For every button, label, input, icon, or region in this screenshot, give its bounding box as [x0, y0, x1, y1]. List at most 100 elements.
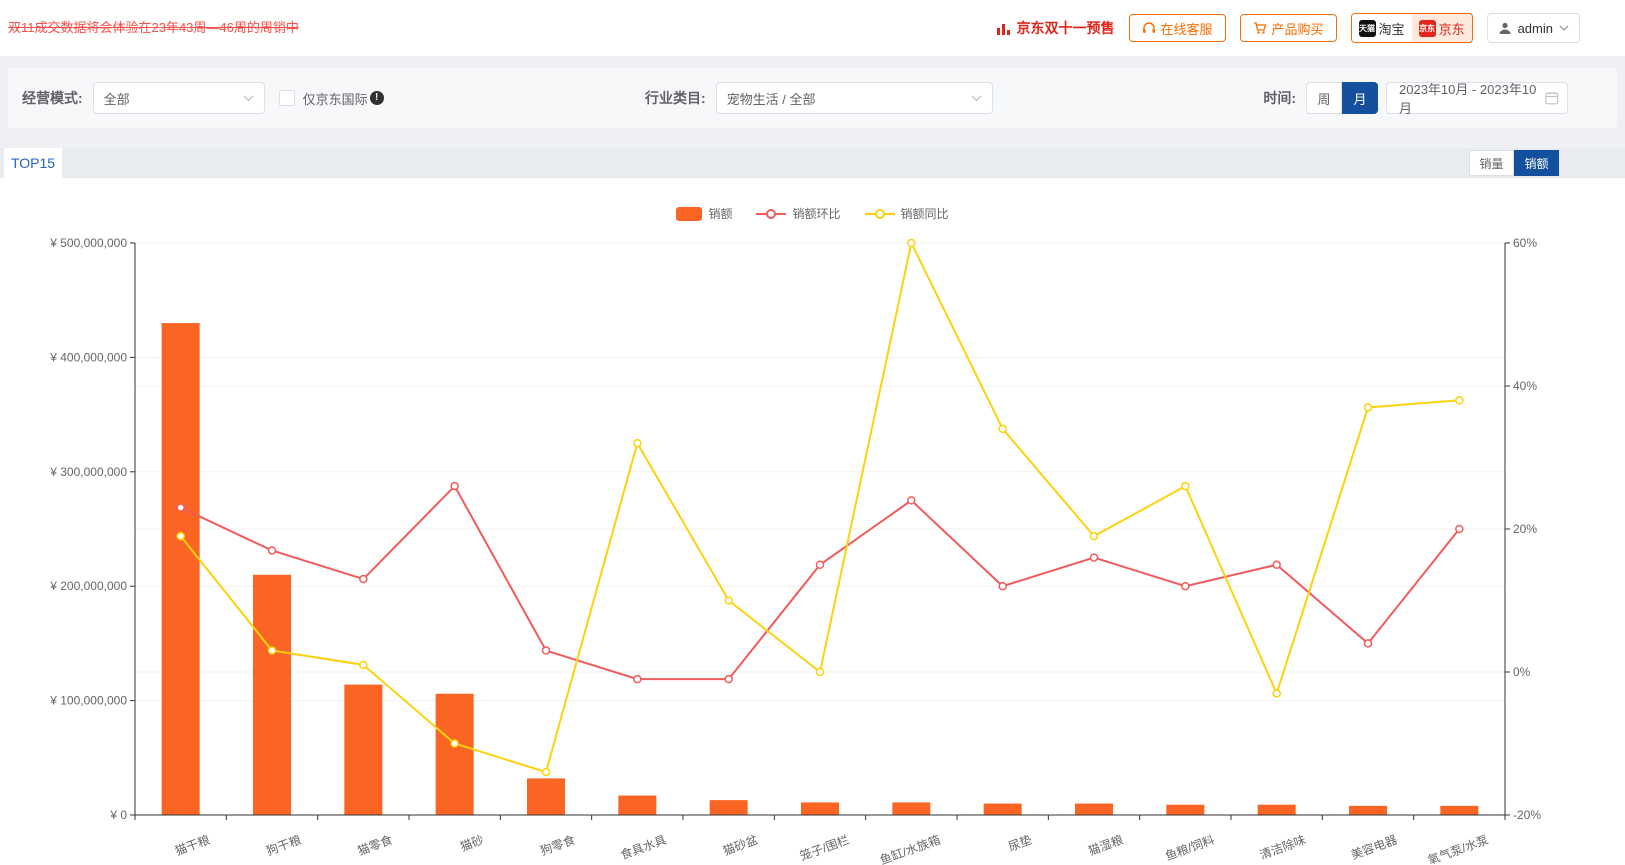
chart-point-销额同比-清洁除味[interactable] — [1272, 689, 1281, 698]
y-axis-label-left: ¥ 0 — [109, 808, 127, 822]
chart-point-销额环比-美容电器[interactable] — [1363, 639, 1373, 648]
jd-badge-icon: 京东 — [1418, 19, 1436, 37]
jd-switch[interactable]: 京东 京东 — [1411, 14, 1472, 42]
chart-point-销额环比-氧气泵/水泵[interactable] — [1455, 524, 1464, 534]
chart-bar-食具水具[interactable] — [618, 795, 657, 815]
chart-bar-猫砂盆[interactable] — [709, 800, 748, 815]
chart-bar-狗零食[interactable] — [527, 778, 565, 815]
legend-label: 销额 — [708, 207, 733, 221]
legend-label: 销额同比 — [900, 207, 949, 221]
chart-point-销额同比-狗零食[interactable] — [541, 767, 551, 777]
online-service-button[interactable]: 在线客服 — [1128, 14, 1226, 42]
legend-item-yoy[interactable]: 销额同比 — [864, 205, 949, 222]
presale-label: 京东双十一预售 — [1016, 20, 1115, 36]
y-axis-label-left: ¥ 200,000,000 — [49, 579, 127, 593]
y-axis-label-left: ¥ 500,000,000 — [49, 236, 127, 250]
taobao-switch[interactable]: 天猫 淘宝 — [1351, 14, 1412, 42]
chart-bar-猫干粮[interactable] — [161, 323, 200, 815]
chart-point-销额环比-鱼缸/水族箱[interactable] — [907, 496, 916, 505]
chart-bar-猫砂[interactable] — [435, 693, 474, 815]
chart-bar-氧气泵/水泵[interactable] — [1440, 805, 1479, 815]
view-toggle-amount[interactable]: 销额 — [1514, 150, 1559, 176]
tab-top15[interactable]: TOP15 — [4, 148, 62, 178]
chart-bar-鱼缸/水族箱[interactable] — [892, 802, 931, 815]
chart-legend: 销额 销额环比 销额同比 — [0, 205, 1625, 222]
online-service-label: 在线客服 — [1160, 21, 1213, 37]
jd-intl-checkbox[interactable] — [278, 90, 295, 106]
product-purchase-button[interactable]: 产品购买 — [1239, 14, 1337, 42]
view-toggle-qty[interactable]: 销量 — [1469, 150, 1514, 176]
chart-point-销额同比-尿垫[interactable] — [998, 424, 1007, 434]
chart-bar-猫湿粮[interactable] — [1075, 803, 1113, 815]
chart-point-销额同比-猫湿粮[interactable] — [1089, 531, 1099, 541]
x-axis-label: 狗零食 — [538, 832, 577, 858]
mode-select[interactable]: 全部 — [92, 82, 265, 114]
y-axis-label-right: 40% — [1513, 379, 1537, 393]
top-bar: 双11成交数据将会体验在23年43周—46周的周销中 京东双十一预售 在线客服 — [0, 0, 1625, 56]
chart-point-销额同比-食具水具[interactable] — [633, 438, 642, 448]
chart-point-销额同比-笼子/围栏[interactable] — [815, 667, 825, 677]
y-axis-label-left: ¥ 100,000,000 — [49, 694, 127, 708]
cart-icon — [1253, 22, 1266, 34]
chart-point-销额同比-猫砂[interactable] — [450, 739, 459, 748]
user-icon — [1499, 22, 1511, 34]
chart-point-销额同比-猫零食[interactable] — [359, 660, 368, 670]
x-axis-label: 氧气泵/水泵 — [1426, 832, 1491, 865]
category-value: 宠物生活 / 全部 — [726, 91, 816, 107]
chart-bar-猫零食[interactable] — [344, 684, 383, 815]
chart-point-销额环比-清洁除味[interactable] — [1272, 560, 1281, 569]
x-axis-label: 猫零食 — [355, 832, 394, 858]
chart-bar-美容电器[interactable] — [1349, 805, 1387, 815]
legend-label: 销额环比 — [792, 207, 841, 221]
user-menu[interactable]: admin — [1486, 13, 1580, 43]
legend-item-mom[interactable]: 销额环比 — [756, 205, 841, 222]
chart-point-销额环比-狗干粮[interactable] — [267, 546, 277, 555]
chevron-down-icon — [243, 95, 254, 101]
time-filter-group: 时间: 周 月 2023年10月 - 2023年10月 — [1263, 82, 1568, 116]
chart-point-销额同比-猫砂盆[interactable] — [724, 596, 733, 605]
y-axis-label-right: -20% — [1513, 808, 1541, 822]
category-filter-group: 行业类目: 宠物生活 / 全部 — [645, 82, 993, 114]
x-axis-label: 狗干粮 — [264, 832, 303, 858]
jd-presale-link[interactable]: 京东双十一预售 — [996, 18, 1115, 38]
info-icon[interactable]: ! — [369, 91, 384, 105]
chart-point-销额环比-食具水具[interactable] — [633, 674, 642, 684]
time-month-toggle[interactable]: 月 — [1342, 82, 1378, 114]
category-label: 行业类目: — [645, 90, 706, 106]
chart-bar-鱼粮/饲料[interactable] — [1166, 804, 1205, 815]
mode-filter-group: 经营模式: 全部 仅京东国际 ! — [22, 82, 384, 114]
chart-bar-尿垫[interactable] — [983, 803, 1022, 815]
y-axis-label-right: 20% — [1513, 522, 1537, 536]
chart-point-销额环比-猫湿粮[interactable] — [1089, 553, 1099, 562]
chart-bar-狗干粮[interactable] — [253, 574, 291, 815]
chart-point-销额同比-狗干粮[interactable] — [267, 646, 277, 655]
legend-item-sales[interactable]: 销额 — [676, 205, 732, 222]
legend-line-swatch — [756, 207, 787, 221]
chart-point-销额环比-鱼粮/饲料[interactable] — [1181, 581, 1190, 591]
chart-point-销额环比-狗零食[interactable] — [541, 646, 551, 655]
chart-point-销额环比-猫零食[interactable] — [359, 574, 368, 584]
x-axis-label: 猫湿粮 — [1086, 832, 1125, 858]
x-axis-label: 美容电器 — [1349, 832, 1399, 863]
chart-point-销额同比-鱼粮/饲料[interactable] — [1181, 481, 1190, 491]
chart-bar-清洁除味[interactable] — [1257, 804, 1296, 815]
chart-bar-笼子/围栏[interactable] — [801, 802, 839, 815]
chart-point-销额环比-猫砂盆[interactable] — [724, 674, 733, 684]
chart-point-销额同比-氧气泵/水泵[interactable] — [1455, 396, 1464, 405]
chart-point-销额同比-美容电器[interactable] — [1363, 403, 1373, 412]
x-axis-label: 笼子/围栏 — [798, 832, 851, 864]
chart-point-销额环比-尿垫[interactable] — [998, 581, 1007, 591]
chart-point-销额环比-猫砂[interactable] — [450, 481, 459, 491]
category-select[interactable]: 宠物生活 / 全部 — [715, 82, 993, 114]
sales-chart: ¥ 0 ¥ 100,000,000 ¥ 200,000,000 ¥ 300,000,0… — [49, 236, 1541, 865]
bar-chart-icon — [996, 23, 1010, 35]
user-label: admin — [1517, 20, 1553, 36]
y-axis-label-left: ¥ 300,000,000 — [49, 465, 127, 479]
chart-point-销额同比-猫干粮[interactable] — [176, 531, 185, 541]
time-week-toggle[interactable]: 周 — [1306, 82, 1342, 114]
chart-point-销额环比-猫干粮[interactable] — [176, 503, 185, 512]
legend-bar-swatch — [676, 206, 703, 221]
chart-point-销额同比-鱼缸/水族箱[interactable] — [907, 238, 916, 248]
date-range-field[interactable]: 2023年10月 - 2023年10月 — [1386, 82, 1568, 116]
chart-point-销额环比-笼子/围栏[interactable] — [815, 560, 825, 569]
